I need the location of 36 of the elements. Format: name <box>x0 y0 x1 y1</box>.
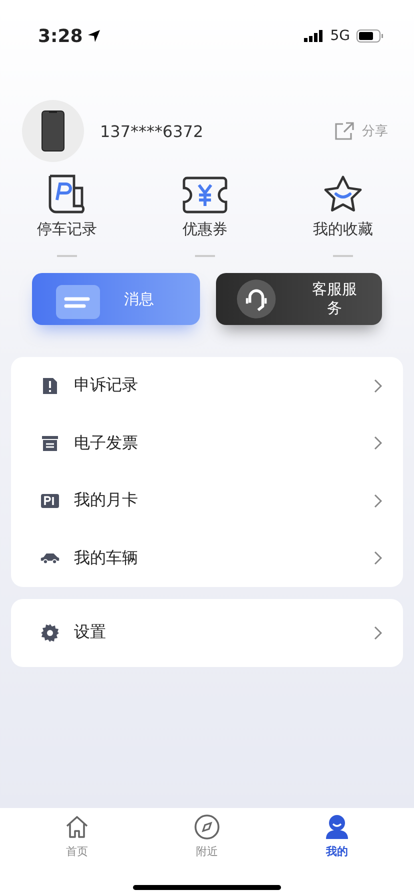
chevron-icon <box>373 550 383 566</box>
quick-link[interactable]: 停车记录 <box>24 172 110 239</box>
phone-number: 137****6372 <box>100 122 204 140</box>
chevron-icon <box>373 435 383 452</box>
quick-link[interactable]: 优惠券 <box>162 172 248 239</box>
network-label: 5G <box>330 28 350 44</box>
signal-icon <box>304 30 324 42</box>
compass-icon <box>194 814 220 840</box>
headset-icon <box>236 277 277 321</box>
service-button[interactable]: 客服服务 <box>216 273 382 325</box>
menu-item[interactable]: 电子发票 <box>11 414 403 472</box>
chevron-icon <box>373 378 383 394</box>
tab[interactable]: 首页 <box>37 814 117 859</box>
menu-item[interactable]: 我的车辆 <box>11 530 403 587</box>
menu-item[interactable]: 申诉记录 <box>11 357 403 414</box>
home-icon <box>64 814 90 840</box>
chevron-icon <box>373 624 383 641</box>
menu-item[interactable]: 设置 <box>11 604 403 662</box>
menu-item[interactable]: 我的月卡 <box>11 472 403 530</box>
settings-icon <box>41 624 59 642</box>
invoice-icon <box>41 434 59 452</box>
alert-icon <box>41 376 59 395</box>
parking-card-icon <box>40 492 60 509</box>
car-icon <box>40 551 60 566</box>
battery-icon <box>356 29 384 43</box>
chevron-icon <box>373 492 383 509</box>
coupon-icon <box>182 176 228 214</box>
share-icon <box>334 122 354 140</box>
location-arrow-icon <box>86 29 101 43</box>
phone-icon <box>41 110 65 152</box>
user-icon <box>324 814 350 840</box>
star-icon <box>322 174 364 214</box>
tab[interactable]: 我的 <box>297 814 377 859</box>
status-time: 3:28 <box>38 26 83 46</box>
quick-link[interactable]: 我的收藏 <box>300 172 386 239</box>
tab[interactable]: 附近 <box>167 814 247 859</box>
